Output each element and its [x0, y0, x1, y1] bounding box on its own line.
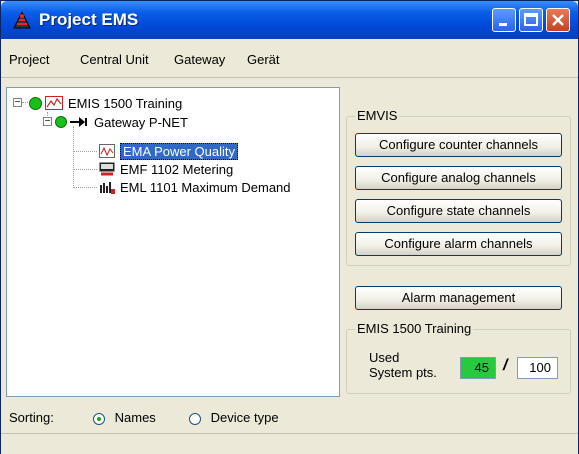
sort-option-label: Device type	[210, 410, 279, 425]
tree-item-label: EMF 1102 Metering	[120, 161, 234, 177]
configure-alarm-channels-button[interactable]: Configure alarm channels	[355, 232, 562, 256]
tree-collapse-toggle[interactable]: −	[43, 117, 52, 127]
configure-analog-channels-button[interactable]: Configure analog channels	[355, 166, 562, 190]
sort-by-device-type-radio[interactable]: Device type	[189, 410, 279, 425]
system-points-group: EMIS 1500 Training Used System pts. 45 /…	[346, 321, 571, 394]
emvis-group: EMVIS Configure counter channels Configu…	[346, 108, 571, 266]
power-quality-icon	[99, 144, 115, 158]
tree-connector	[73, 187, 97, 188]
radio-unchecked-icon	[189, 412, 201, 425]
main-window: Project EMS Project Central Unit Gateway…	[0, 0, 579, 454]
sorting-label: Sorting:	[9, 410, 54, 425]
minimize-button[interactable]	[492, 8, 516, 32]
menu-project[interactable]: Project	[9, 52, 49, 67]
minimize-icon	[499, 23, 507, 26]
menu-geraet[interactable]: Gerät	[247, 52, 280, 67]
system-points-group-title: EMIS 1500 Training	[355, 321, 474, 336]
app-icon	[13, 10, 31, 29]
tree-item-label: EMIS 1500 Training	[68, 95, 183, 111]
close-button[interactable]	[546, 8, 570, 32]
menu-central-unit[interactable]: Central Unit	[80, 52, 149, 67]
gateway-arrow-icon	[70, 117, 87, 127]
tree-item-gateway[interactable]: Gateway P-NET	[55, 113, 188, 131]
tree-item-device[interactable]: EMA Power Quality	[99, 142, 238, 160]
metering-icon	[99, 162, 115, 176]
status-bar	[1, 433, 578, 454]
tree-item-label-selected: EMA Power Quality	[120, 142, 238, 160]
used-system-points-label: Used System pts.	[369, 350, 437, 380]
tree-connector	[73, 126, 74, 188]
tree-connector	[73, 169, 97, 170]
tree-connector	[22, 102, 28, 103]
sort-by-names-radio[interactable]: Names	[93, 410, 156, 425]
title-bar[interactable]: Project EMS	[1, 1, 578, 39]
max-demand-icon	[100, 182, 115, 194]
window-title: Project EMS	[39, 10, 139, 29]
configure-state-channels-button[interactable]: Configure state channels	[355, 199, 562, 223]
points-separator: /	[503, 357, 508, 374]
sorting-bar: Sorting: Names Device type	[1, 399, 578, 433]
tree-item-root[interactable]: EMIS 1500 Training	[29, 94, 182, 112]
used-label-line2: System pts.	[369, 365, 437, 380]
close-icon	[552, 14, 564, 26]
tree-connector	[73, 151, 97, 152]
menu-gateway[interactable]: Gateway	[174, 52, 225, 67]
used-label-line1: Used	[369, 350, 400, 365]
status-dot-icon	[55, 116, 67, 128]
tree-collapse-toggle[interactable]: −	[13, 98, 22, 108]
chart-icon	[45, 96, 63, 110]
tree-item-device[interactable]: EML 1101 Maximum Demand	[99, 178, 291, 196]
radio-checked-icon	[93, 412, 105, 425]
maximize-icon	[524, 13, 538, 26]
maximize-button[interactable]	[519, 8, 543, 32]
tree-item-device[interactable]: EMF 1102 Metering	[99, 160, 233, 178]
device-tree[interactable]: − EMIS 1500 Training − Gateway P-NET EMA…	[6, 87, 340, 397]
max-points-value: 100	[517, 357, 558, 379]
emvis-group-title: EMVIS	[355, 108, 400, 123]
tree-item-label: EML 1101 Maximum Demand	[120, 179, 291, 195]
tree-item-label: Gateway P-NET	[94, 114, 188, 130]
sort-option-label: Names	[114, 410, 156, 425]
used-points-value: 45	[460, 357, 496, 379]
alarm-management-button[interactable]: Alarm management	[355, 286, 562, 310]
menu-bar: Project Central Unit Gateway Gerät	[1, 39, 578, 78]
status-dot-icon	[29, 96, 42, 110]
configure-counter-channels-button[interactable]: Configure counter channels	[355, 133, 562, 157]
